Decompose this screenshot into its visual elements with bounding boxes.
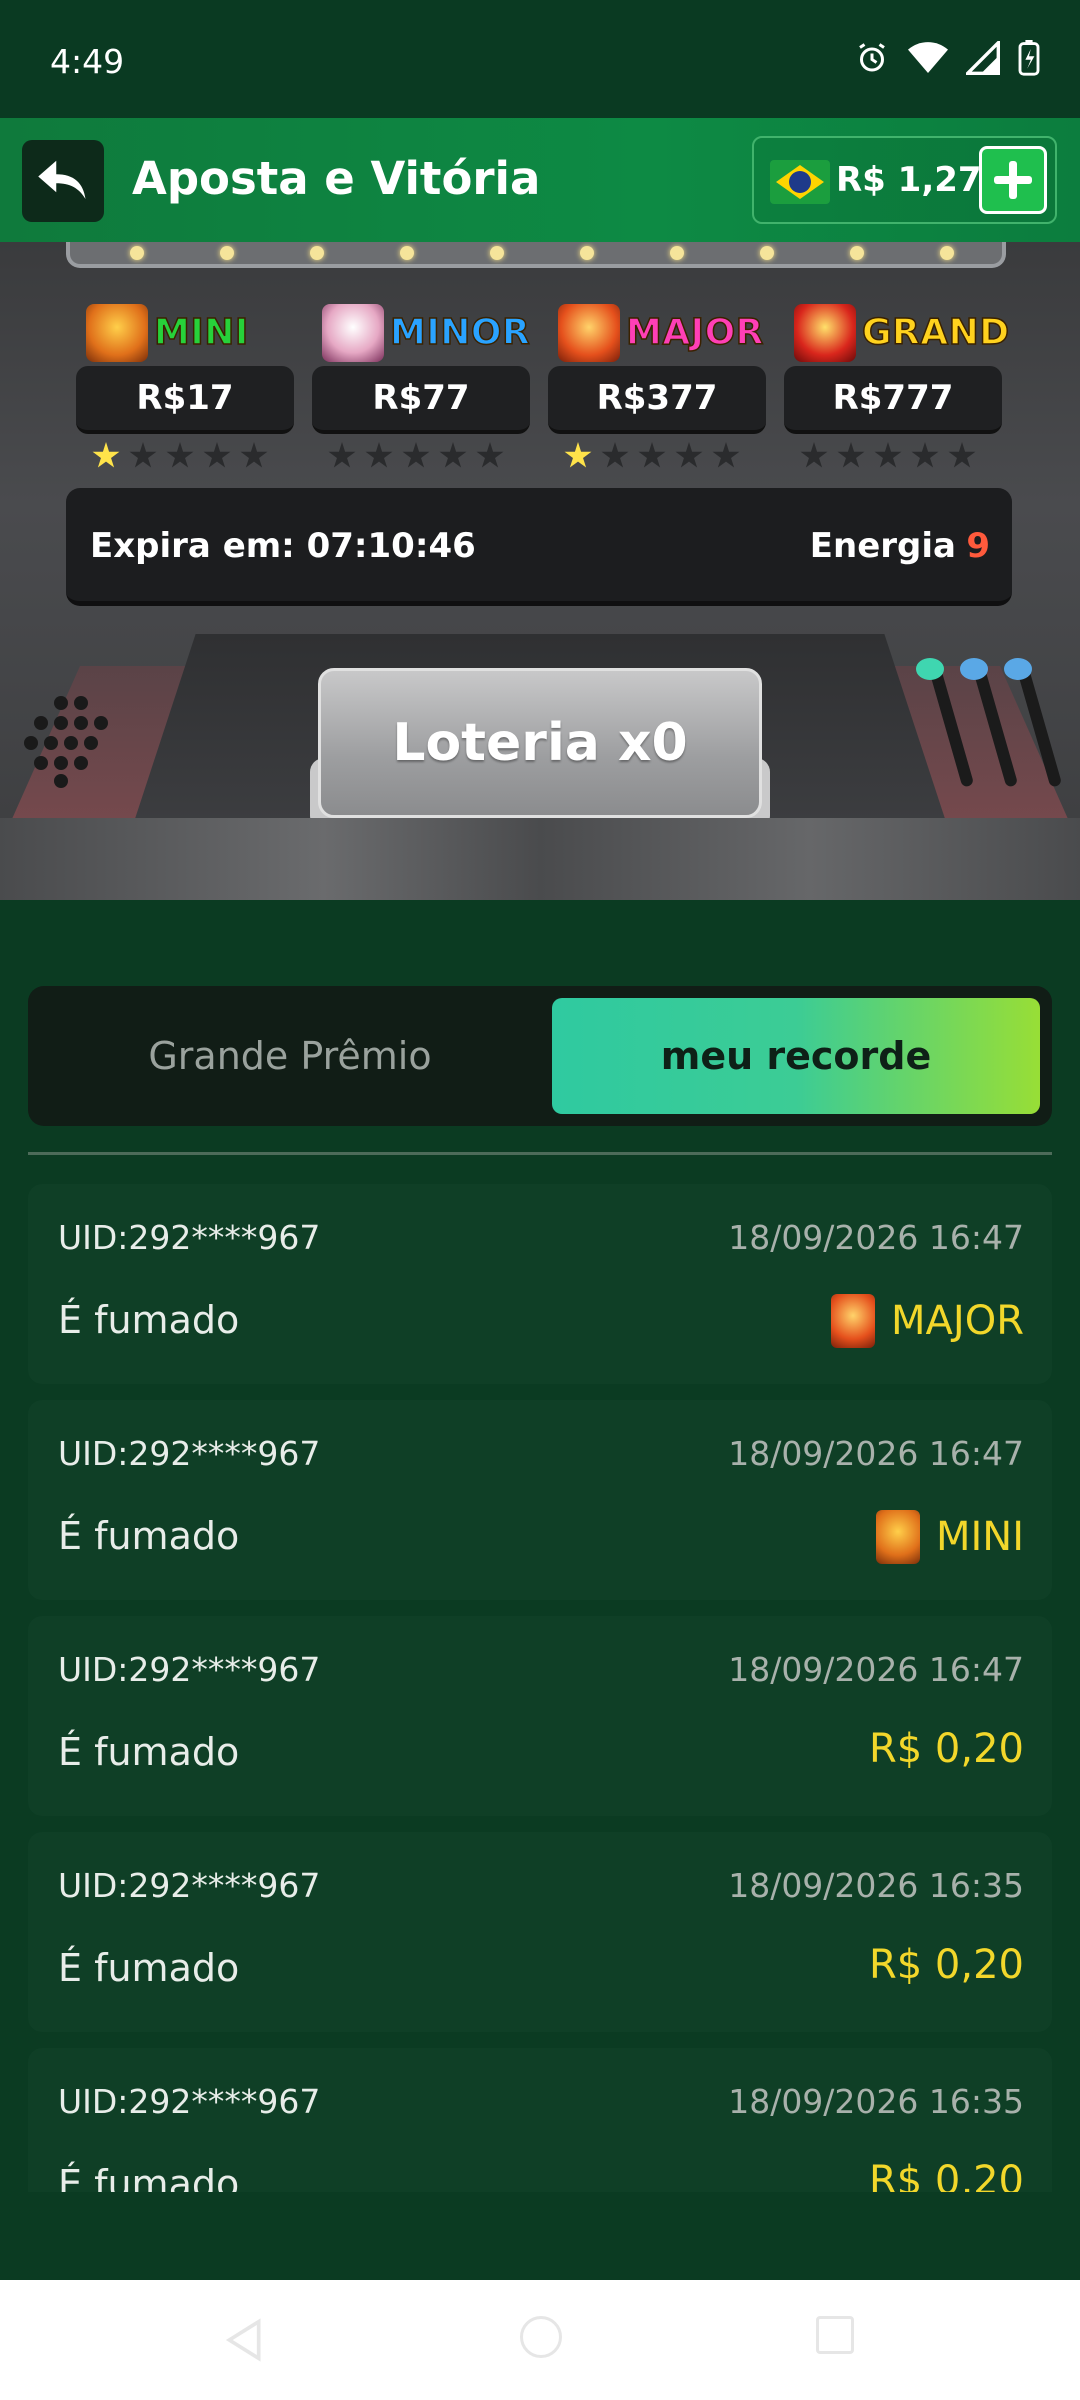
jackpot-name: MINOR (389, 311, 531, 354)
energy-label: Energia (809, 526, 956, 566)
prize-label: MINI (935, 1514, 1024, 1560)
major-wild-icon (831, 1294, 876, 1348)
back-arrow-icon (38, 160, 86, 199)
minor-wild-icon (322, 304, 384, 362)
jackpot-name: MAJOR (625, 311, 764, 354)
info-panel: Expira em: 07:10:46 Energia 9 (66, 488, 1012, 606)
grand-win-icon (794, 304, 856, 362)
major-wild-icon (558, 304, 620, 362)
record-prize: MAJOR (831, 1294, 1024, 1348)
record-item: UID:292****967 18/09/2026 16:47 É fumado… (28, 1400, 1052, 1600)
speaker-grille-icon (24, 696, 114, 788)
nav-recents-icon[interactable] (816, 2316, 854, 2354)
record-uid: UID:292****967 (58, 1650, 321, 1689)
marquee-lights (66, 242, 1006, 268)
record-tabs: Grande Prêmio meu recorde (28, 986, 1052, 1126)
expire-timer: Expira em: 07:10:46 (90, 526, 476, 566)
nav-back-icon[interactable] (222, 2318, 266, 2362)
lottery-button[interactable]: Loteria x0 (318, 668, 762, 818)
prize-label: MAJOR (891, 1298, 1024, 1344)
records-list[interactable]: UID:292****967 18/09/2026 16:47 É fumado… (0, 1184, 1080, 2192)
tab-my-record[interactable]: meu recorde (552, 998, 1040, 1114)
battery-icon (1018, 40, 1040, 76)
app-header: Aposta e Vitória R$ 1,27 (0, 118, 1080, 242)
lever-controls (910, 658, 1063, 796)
star-rating (564, 442, 740, 470)
balance-box: R$ 1,27 (752, 136, 1057, 224)
jackpot-amount: R$17 (76, 366, 294, 434)
record-desc: É fumado (58, 1298, 240, 1342)
add-funds-button[interactable] (979, 146, 1047, 214)
record-item: UID:292****967 18/09/2026 16:47 É fumado… (28, 1616, 1052, 1816)
balance-amount: R$ 1,27 (836, 160, 982, 200)
mini-wild-icon (86, 304, 148, 362)
record-date: 18/09/2026 16:47 (728, 1650, 1024, 1689)
jackpot-amount: R$377 (548, 366, 766, 434)
alarm-icon (859, 43, 885, 72)
system-nav-bar (0, 2280, 1080, 2400)
record-date: 18/09/2026 16:47 (728, 1218, 1024, 1257)
divider (28, 1152, 1052, 1155)
jackpot-amount: R$77 (312, 366, 530, 434)
record-desc: É fumado (58, 1730, 240, 1774)
status-bar: 4:49 (0, 0, 1080, 118)
prize-label: R$ 0,20 (868, 1942, 1024, 1988)
wifi-icon (908, 42, 948, 73)
record-desc: É fumado (58, 1514, 240, 1558)
nav-home-icon[interactable] (520, 2316, 562, 2358)
record-uid: UID:292****967 (58, 1434, 321, 1473)
record-item: UID:292****967 18/09/2026 16:47 É fumado… (28, 1184, 1052, 1384)
star-rating (92, 442, 268, 470)
tab-grand-prize[interactable]: Grande Prêmio (40, 998, 540, 1114)
record-prize: R$ 0,20 (869, 2158, 1024, 2192)
record-item: UID:292****967 18/09/2026 16:35 É fumado… (28, 1832, 1052, 2032)
record-desc: É fumado (58, 2162, 240, 2192)
record-prize: R$ 0,20 (869, 1726, 1024, 1772)
lottery-machine: MINI R$17 MINOR R$77 MAJOR R$377 GRAND R… (0, 242, 1080, 900)
prize-label: R$ 0,20 (868, 1726, 1024, 1772)
star-rating (328, 442, 504, 470)
brazil-flag-icon (770, 160, 830, 204)
record-uid: UID:292****967 (58, 1218, 321, 1257)
energy-value: 9 (966, 526, 990, 566)
prize-label: R$ 0,20 (868, 2158, 1024, 2192)
record-date: 18/09/2026 16:47 (728, 1434, 1024, 1473)
record-date: 18/09/2026 16:35 (728, 1866, 1024, 1905)
record-desc: É fumado (58, 1946, 240, 1990)
record-prize: MINI (875, 1510, 1024, 1564)
status-icons (854, 40, 1040, 76)
mini-wild-icon (875, 1510, 920, 1564)
signal-icon (966, 41, 1000, 75)
page-title: Aposta e Vitória (132, 152, 541, 205)
jackpot-name: MINI (153, 311, 249, 354)
record-date: 18/09/2026 16:35 (728, 2082, 1024, 2121)
record-item: UID:292****967 18/09/2026 16:35 É fumado… (28, 2048, 1052, 2192)
star-rating (800, 442, 976, 470)
record-prize: R$ 0,20 (869, 1942, 1024, 1988)
jackpot-name: GRAND (861, 311, 1010, 354)
jackpot-row: MINI R$17 MINOR R$77 MAJOR R$377 GRAND R… (74, 302, 1014, 468)
back-button[interactable] (22, 140, 104, 222)
record-uid: UID:292****967 (58, 2082, 321, 2121)
jackpot-amount: R$777 (784, 366, 1002, 434)
status-time: 4:49 (50, 42, 125, 81)
record-uid: UID:292****967 (58, 1866, 321, 1905)
